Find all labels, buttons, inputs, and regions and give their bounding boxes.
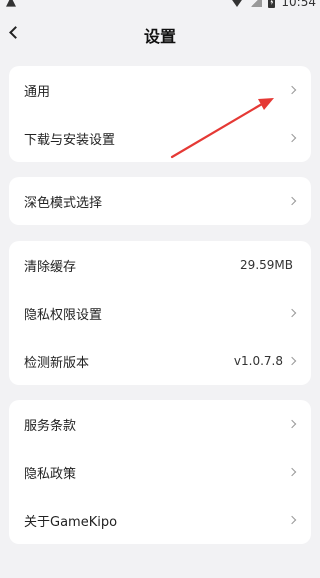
chevron-right-icon bbox=[287, 515, 297, 525]
settings-item-privacy-policy[interactable]: 隐私政策 bbox=[9, 448, 311, 496]
chevron-right-icon bbox=[287, 356, 297, 366]
settings-item-terms[interactable]: 服务条款 bbox=[9, 400, 311, 448]
navigation-bar: 设置 bbox=[0, 14, 320, 50]
settings-item-check-update[interactable]: 检测新版本 v1.0.7.8 bbox=[9, 337, 311, 385]
page-title: 设置 bbox=[143, 27, 176, 46]
settings-group-general: 通用 下载与安装设置 bbox=[9, 66, 311, 162]
settings-item-label: 深色模式选择 bbox=[24, 195, 103, 211]
chevron-right-icon bbox=[287, 419, 297, 429]
chevron-right-icon bbox=[287, 133, 297, 143]
settings-group-appearance: 深色模式选择 bbox=[9, 177, 311, 225]
cache-size-value: 29.59MB bbox=[240, 258, 293, 272]
settings-item-label: 服务条款 bbox=[24, 418, 77, 434]
settings-item-label: 隐私政策 bbox=[24, 466, 77, 482]
status-icons: 10:54 bbox=[230, 0, 316, 9]
warning-icon: ▲ bbox=[6, 0, 16, 9]
settings-group-about: 服务条款 隐私政策 关于GameKipo bbox=[9, 400, 311, 544]
settings-item-privacy-permissions[interactable]: 隐私权限设置 bbox=[9, 289, 311, 337]
status-time: 10:54 bbox=[281, 0, 316, 9]
status-bar: ▲ 10:54 bbox=[0, 0, 320, 10]
settings-item-label: 清除缓存 bbox=[24, 259, 77, 275]
wifi-icon bbox=[230, 0, 245, 7]
settings-item-label: 隐私权限设置 bbox=[24, 307, 103, 323]
settings-item-dark-mode[interactable]: 深色模式选择 bbox=[9, 177, 311, 225]
chevron-right-icon bbox=[287, 467, 297, 477]
battery-charging-icon bbox=[268, 0, 276, 8]
settings-item-label: 检测新版本 bbox=[24, 355, 90, 371]
settings-group-storage: 清除缓存 29.59MB 隐私权限设置 检测新版本 v1.0.7.8 bbox=[9, 241, 311, 385]
settings-item-label: 下载与安装设置 bbox=[24, 132, 116, 148]
chevron-right-icon bbox=[287, 196, 297, 206]
signal-icon bbox=[250, 0, 263, 7]
settings-item-general[interactable]: 通用 bbox=[9, 66, 311, 114]
chevron-right-icon bbox=[287, 308, 297, 318]
settings-item-label: 关于GameKipo bbox=[24, 514, 118, 530]
settings-item-download-install[interactable]: 下载与安装设置 bbox=[9, 114, 311, 162]
chevron-right-icon bbox=[287, 85, 297, 95]
settings-item-label: 通用 bbox=[24, 84, 51, 100]
settings-item-about[interactable]: 关于GameKipo bbox=[9, 496, 311, 544]
version-value: v1.0.7.8 bbox=[233, 354, 283, 368]
settings-item-clear-cache[interactable]: 清除缓存 29.59MB bbox=[9, 241, 311, 289]
